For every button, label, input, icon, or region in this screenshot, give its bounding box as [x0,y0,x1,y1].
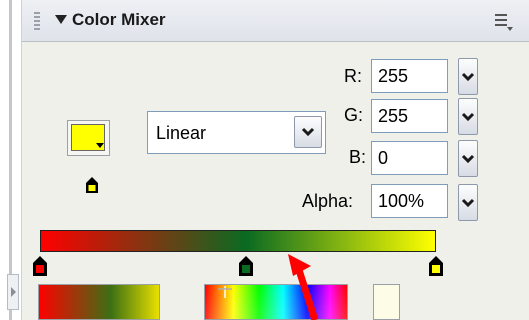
fill-type-select[interactable]: Linear [147,111,326,154]
alpha-label: Alpha: [302,191,354,211]
dock-expand-button[interactable] [7,274,19,310]
blue-slider-button[interactable] [458,140,478,177]
alpha-field[interactable]: 100% [371,184,448,218]
color-mixer-panel: Color Mixer Linear R: 255 G: 255 B: 0 Al… [21,0,529,320]
alpha-value: 100% [378,191,425,211]
red-value: 255 [378,66,409,86]
chevron-down-icon [461,154,475,163]
swatch-dropdown-arrow-icon [96,143,104,148]
red-slider-button[interactable] [458,58,478,95]
panel-titlebar: Color Mixer [22,0,529,42]
gradient-preview [38,284,160,320]
chevron-down-icon [301,127,315,137]
gradient-bar[interactable] [40,230,436,252]
green-slider-button[interactable] [458,98,478,135]
panel-title: Color Mixer [72,10,166,29]
chevron-down-icon [461,72,475,81]
gradient-stop[interactable] [238,255,254,277]
chevron-down-icon [461,198,475,207]
red-annotation-arrow [288,254,319,320]
red-field[interactable]: 255 [371,59,448,93]
red-label: R: [344,66,362,86]
blue-value: 0 [378,148,389,168]
blue-field[interactable]: 0 [371,141,448,175]
brightness-slider[interactable] [373,284,400,320]
fill-type-dropdown-button[interactable] [294,116,322,148]
blue-label: B: [349,147,367,167]
fill-color-swatch-button[interactable] [67,120,110,156]
collapse-triangle-icon[interactable] [55,15,67,24]
gradient-stop-selected[interactable] [428,255,444,277]
drag-grip-icon[interactable] [34,12,40,30]
pointer-icon [86,177,98,193]
green-label: G: [344,105,364,125]
fill-type-value: Linear [156,123,207,143]
green-value: 255 [378,106,409,126]
green-field[interactable]: 255 [371,99,448,133]
chevron-down-icon [461,112,475,121]
alpha-slider-button[interactable] [458,184,478,221]
gradient-stop[interactable] [32,255,48,277]
dock-edge [9,0,12,320]
panel-options-icon[interactable] [495,12,513,31]
crosshair-icon [218,286,232,298]
dock-strip [0,0,21,320]
